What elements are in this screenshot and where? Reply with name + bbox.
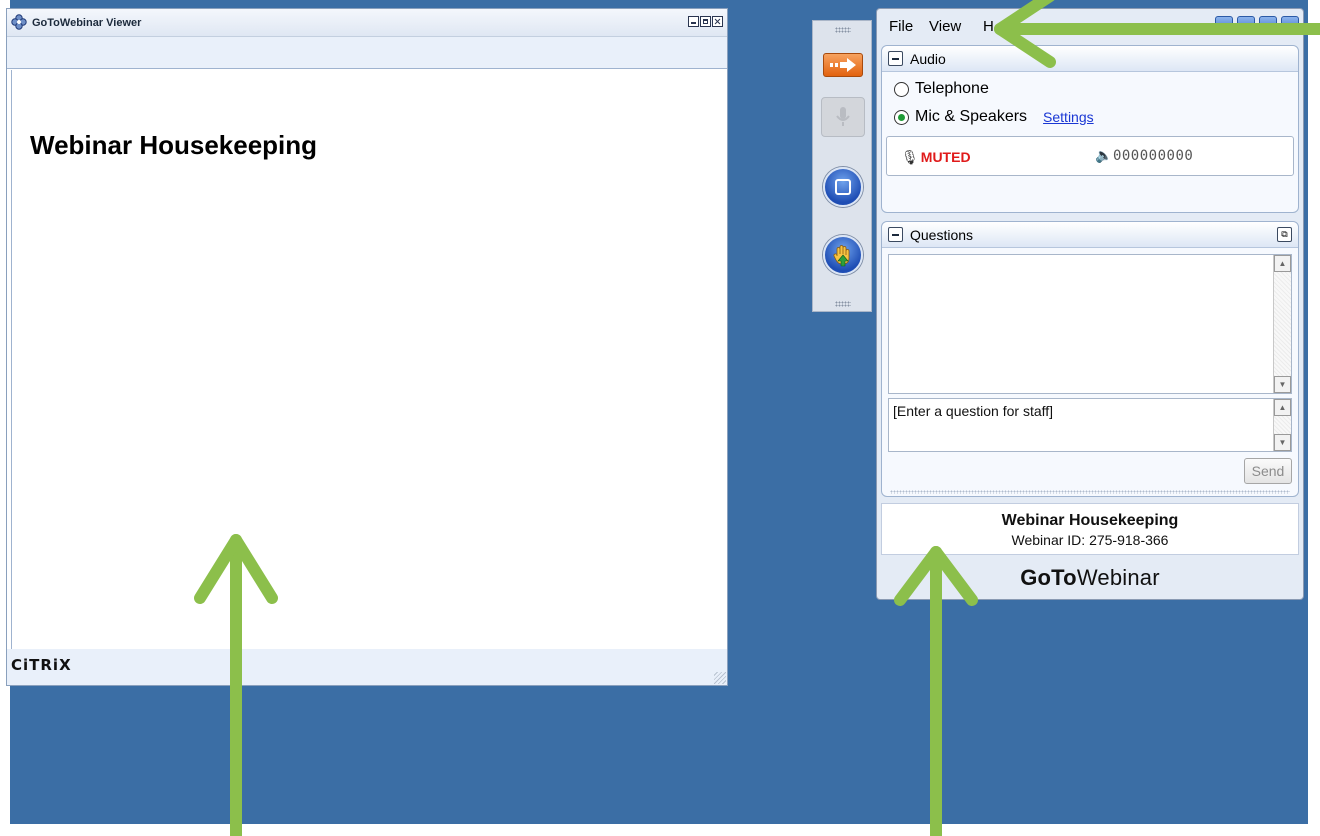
popout-icon[interactable]: ⧉ [1277, 227, 1292, 242]
collapse-questions-button[interactable] [888, 227, 903, 242]
webinar-id: Webinar ID: 275-918-366 [1011, 532, 1169, 548]
slide-area: Webinar Housekeeping [11, 70, 727, 649]
webinar-info-box: Webinar Housekeeping Webinar ID: 275-918… [881, 503, 1299, 555]
mic-speakers-option[interactable]: Mic & Speakers Settings [894, 108, 1094, 126]
audio-pane-header: Audio [882, 46, 1298, 72]
questions-log[interactable]: ▲ ▼ [888, 254, 1292, 394]
input-scroll-down-arrow[interactable]: ▼ [1274, 434, 1291, 451]
input-scroll-up-arrow[interactable]: ▲ [1274, 399, 1291, 416]
close-button[interactable] [712, 16, 723, 27]
muted-status: MUTED [920, 149, 971, 165]
scroll-down-arrow[interactable]: ▼ [1274, 376, 1291, 393]
menu-bar: File View H [877, 9, 1303, 43]
questions-log-scrollbar[interactable]: ▲ ▼ [1273, 255, 1291, 393]
webinar-title: Webinar Housekeeping [1001, 512, 1179, 529]
brand-bold-part: GoTo [1020, 565, 1077, 590]
speaker-icon: 🔈 [1095, 148, 1113, 164]
scroll-up-arrow[interactable]: ▲ [1274, 255, 1291, 272]
slide-title: Webinar Housekeeping [30, 130, 318, 160]
raise-hand-button[interactable] [823, 235, 863, 275]
panel-control-2[interactable] [1237, 16, 1255, 34]
audio-level-meter: 🔈000000000 [1095, 148, 1193, 164]
raise-hand-icon [833, 245, 850, 267]
panel-control-1[interactable] [1215, 16, 1233, 34]
maximize-button[interactable] [700, 16, 711, 27]
gotowebinar-logo: GoToWebinar [877, 565, 1303, 591]
question-input-box: ▲ ▼ [888, 398, 1292, 452]
mic-speakers-radio[interactable] [894, 109, 909, 125]
brand-regular-part: Webinar [1076, 565, 1160, 590]
viewer-titlebar[interactable]: GoToWebinar Viewer [7, 9, 727, 37]
microphone-icon [836, 107, 850, 126]
menu-view[interactable]: View [929, 18, 961, 35]
panel-control-4[interactable] [1281, 16, 1299, 34]
mic-status-icon: 🎙 [901, 149, 919, 165]
screen-icon [835, 179, 851, 195]
question-input-scrollbar[interactable]: ▲ ▼ [1273, 399, 1291, 451]
control-panel: File View H Audio Telephone Mic & Speake… [876, 8, 1304, 600]
viewer-footer: CiTRiX [7, 649, 727, 685]
mic-speakers-label: Mic & Speakers [915, 108, 1028, 125]
audio-settings-link[interactable]: Settings [1043, 109, 1094, 125]
questions-section-title: Questions [910, 227, 974, 243]
drag-handle-top[interactable] [835, 27, 851, 33]
menu-file[interactable]: File [889, 18, 913, 35]
microphone-button[interactable] [821, 97, 865, 137]
telephone-label: Telephone [915, 80, 989, 97]
minimize-button[interactable] [688, 16, 699, 27]
questions-pane: Questions ⧉ ▲ ▼ ▲ ▼ Send [881, 221, 1299, 497]
arrow-right-icon [830, 58, 856, 72]
questions-pane-header: Questions ⧉ [882, 222, 1298, 248]
show-hide-panel-button[interactable] [823, 53, 863, 77]
questions-resize-grip[interactable] [890, 490, 1290, 494]
show-my-screen-button[interactable] [823, 167, 863, 207]
viewer-window: GoToWebinar Viewer Webinar Housekeeping … [6, 8, 728, 686]
gotowebinar-flower-icon [11, 14, 27, 30]
viewer-title: GoToWebinar Viewer [32, 17, 142, 29]
resize-grip[interactable] [714, 672, 726, 684]
mute-toggle[interactable]: 🎙 MUTED [901, 149, 971, 166]
telephone-radio[interactable] [894, 81, 909, 97]
drag-handle-bottom[interactable] [835, 301, 851, 307]
audio-status-box: 🎙 MUTED 🔈000000000 [886, 136, 1294, 176]
audio-section-title: Audio [910, 51, 946, 67]
audio-level-value: 000000000 [1112, 148, 1194, 164]
side-toolbar [812, 20, 872, 312]
telephone-option[interactable]: Telephone [894, 80, 989, 98]
citrix-logo: CiTRiX [11, 656, 72, 674]
panel-control-3[interactable] [1259, 16, 1277, 34]
audio-pane: Audio Telephone Mic & Speakers Settings … [881, 45, 1299, 213]
viewer-toolbar [7, 37, 727, 69]
collapse-audio-button[interactable] [888, 51, 903, 66]
question-input[interactable] [889, 399, 1273, 451]
menu-help[interactable]: H [983, 18, 994, 35]
send-button[interactable]: Send [1244, 458, 1292, 484]
